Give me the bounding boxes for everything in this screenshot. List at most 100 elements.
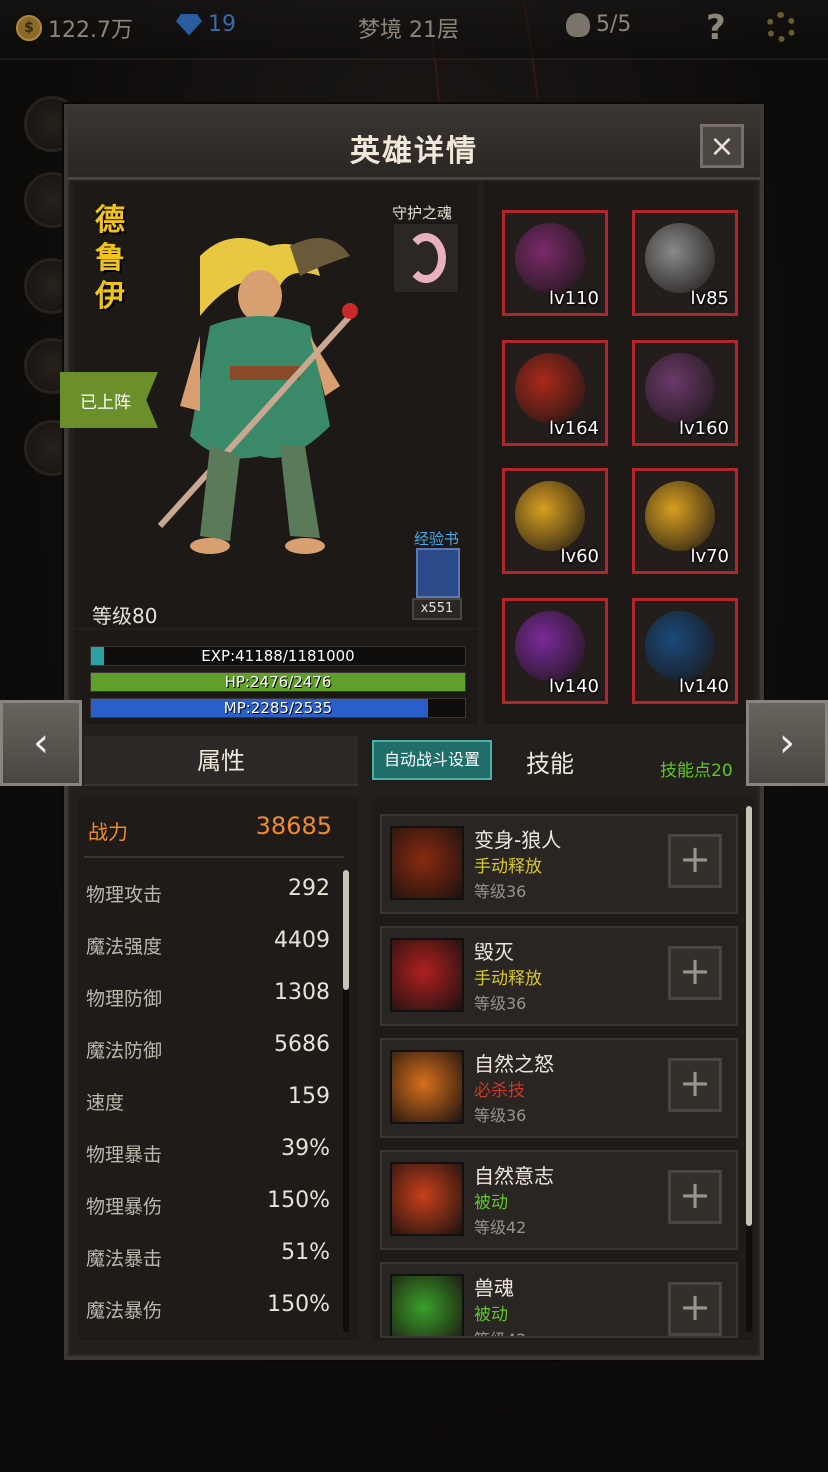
exp-book-label: 经验书 bbox=[414, 530, 460, 548]
attribute-row: 物理防御 1308 bbox=[86, 980, 334, 1014]
attribute-name: 魔法暴伤 bbox=[86, 1300, 163, 1322]
equipment-level: lv160 bbox=[678, 418, 729, 439]
next-hero-button[interactable]: › bbox=[746, 700, 828, 786]
attribute-row: 魔法强度 4409 bbox=[86, 928, 334, 962]
scrollbar-thumb[interactable] bbox=[343, 870, 349, 990]
equipment-level: lv85 bbox=[690, 288, 729, 309]
ring-icon bbox=[515, 481, 585, 551]
scrollbar-thumb[interactable] bbox=[746, 806, 752, 1226]
skill-name: 自然之怒 bbox=[474, 1052, 554, 1076]
attribute-value: 1308 bbox=[274, 980, 330, 1005]
hero-name-char: 德 bbox=[95, 203, 125, 238]
attribute-value: 292 bbox=[288, 876, 330, 901]
attribute-name: 物理暴伤 bbox=[86, 1196, 163, 1218]
attribute-name: 速度 bbox=[86, 1092, 125, 1114]
tab-skills[interactable]: 技能 bbox=[526, 744, 574, 779]
exp-bar-text: EXP:41188/1181000 bbox=[201, 647, 355, 665]
attributes-scrollbar[interactable] bbox=[343, 870, 349, 1332]
claw-slash-icon bbox=[390, 938, 464, 1012]
lives-counter: 5/5 bbox=[566, 12, 631, 37]
hp-bar-text: HP:2476/2476 bbox=[224, 673, 332, 691]
previous-hero-button[interactable]: ‹ bbox=[0, 700, 82, 786]
attribute-value: 150% bbox=[267, 1292, 330, 1317]
attribute-name: 魔法暴击 bbox=[86, 1248, 163, 1270]
skill-level: 等级36 bbox=[474, 994, 527, 1013]
paw-print-icon bbox=[390, 1162, 464, 1236]
attribute-value: 39% bbox=[281, 1136, 330, 1161]
skill-type: 手动释放 bbox=[474, 857, 542, 877]
attribute-value: 51% bbox=[281, 1240, 330, 1265]
guardian-soul-slot[interactable] bbox=[392, 222, 460, 294]
skill-level: 等级42 bbox=[474, 1326, 526, 1336]
upgrade-skill-button[interactable]: + bbox=[668, 1170, 722, 1224]
attribute-row: 魔法暴击 51% bbox=[86, 1240, 334, 1274]
skill-type: 被动 bbox=[474, 1305, 508, 1325]
upgrade-skill-button[interactable]: + bbox=[668, 834, 722, 888]
exp-book-count: x551 bbox=[412, 598, 462, 620]
skill-card[interactable]: 自然意志 被动 等级42 + bbox=[380, 1150, 738, 1250]
skill-card[interactable]: 兽魂 被动 等级42 + bbox=[380, 1262, 738, 1338]
attribute-name: 物理防御 bbox=[86, 988, 163, 1010]
hero-portrait bbox=[157, 238, 358, 554]
gem-icon bbox=[176, 13, 202, 36]
help-button[interactable]: ? bbox=[706, 8, 726, 48]
equipment-slot[interactable]: lv110 bbox=[502, 210, 608, 316]
attribute-row: 魔法防御 5686 bbox=[86, 1032, 334, 1066]
equipment-slot[interactable]: lv164 bbox=[502, 340, 608, 446]
auto-battle-settings-button[interactable]: 自动战斗设置 bbox=[372, 740, 492, 780]
gauntlet-icon bbox=[515, 611, 585, 681]
stage-text: 梦境 21层 bbox=[358, 18, 459, 43]
shield-icon bbox=[645, 611, 715, 681]
equipment-level: lv70 bbox=[690, 546, 729, 567]
attributes-header: 属性 bbox=[84, 736, 358, 786]
attribute-value: 4409 bbox=[274, 928, 330, 953]
attribute-row: 魔法暴伤 150% bbox=[86, 1292, 334, 1326]
combat-power-value: 38685 bbox=[255, 812, 332, 840]
attribute-value: 159 bbox=[288, 1084, 330, 1109]
combat-power-label: 战力 bbox=[88, 820, 128, 844]
attribute-name: 魔法强度 bbox=[86, 936, 163, 958]
attribute-name: 物理暴击 bbox=[86, 1144, 163, 1166]
equipment-slot[interactable]: lv140 bbox=[632, 598, 738, 704]
deployed-badge: 已上阵 bbox=[60, 372, 158, 428]
skill-card[interactable]: 毁灭 手动释放 等级36 + bbox=[380, 926, 738, 1026]
skill-points: 技能点20 bbox=[660, 761, 733, 781]
equipment-level: lv140 bbox=[548, 676, 599, 697]
equipment-slot[interactable]: lv160 bbox=[632, 340, 738, 446]
upgrade-skill-button[interactable]: + bbox=[668, 1282, 722, 1336]
gear-icon bbox=[766, 12, 796, 42]
skill-name: 兽魂 bbox=[474, 1276, 514, 1300]
attribute-row: 物理暴伤 150% bbox=[86, 1188, 334, 1222]
close-button[interactable]: × bbox=[700, 124, 744, 168]
gold-counter: $ 122.7万 bbox=[16, 12, 133, 44]
equipment-slot[interactable]: lv70 bbox=[632, 468, 738, 574]
skills-scrollbar[interactable] bbox=[746, 806, 752, 1332]
skill-level: 等级42 bbox=[474, 1218, 527, 1237]
gem-counter: 19 bbox=[176, 12, 236, 37]
werewolf-skill-icon bbox=[390, 826, 464, 900]
equipment-slot[interactable]: lv85 bbox=[632, 210, 738, 316]
gold-amount: 122.7万 bbox=[48, 18, 133, 43]
panel-header: 英雄详情 × bbox=[68, 108, 760, 180]
fire-storm-icon bbox=[390, 1050, 464, 1124]
hero-name-char: 鲁 bbox=[95, 241, 125, 276]
boot-icon bbox=[645, 353, 715, 423]
exp-book-icon[interactable] bbox=[416, 548, 460, 598]
skill-type: 手动释放 bbox=[474, 969, 542, 989]
equipment-slot[interactable]: lv140 bbox=[502, 598, 608, 704]
skill-card[interactable]: 自然之怒 必杀技 等级36 + bbox=[380, 1038, 738, 1138]
equipment-level: lv110 bbox=[548, 288, 599, 309]
attribute-row: 速度 159 bbox=[86, 1084, 334, 1118]
attribute-name: 魔法防御 bbox=[86, 1040, 163, 1062]
upgrade-skill-button[interactable]: + bbox=[668, 1058, 722, 1112]
chevron-left-icon: ‹ bbox=[33, 720, 49, 766]
coin-icon: $ bbox=[16, 15, 42, 41]
settings-button[interactable] bbox=[766, 12, 796, 42]
skill-card[interactable]: 变身-狼人 手动释放 等级36 + bbox=[380, 814, 738, 914]
attribute-value: 5686 bbox=[274, 1032, 330, 1057]
mp-bar: MP:2285/2535 bbox=[90, 698, 466, 718]
exp-bar: EXP:41188/1181000 bbox=[90, 646, 466, 666]
equipment-slot[interactable]: lv60 bbox=[502, 468, 608, 574]
hp-bar: HP:2476/2476 bbox=[90, 672, 466, 692]
upgrade-skill-button[interactable]: + bbox=[668, 946, 722, 1000]
